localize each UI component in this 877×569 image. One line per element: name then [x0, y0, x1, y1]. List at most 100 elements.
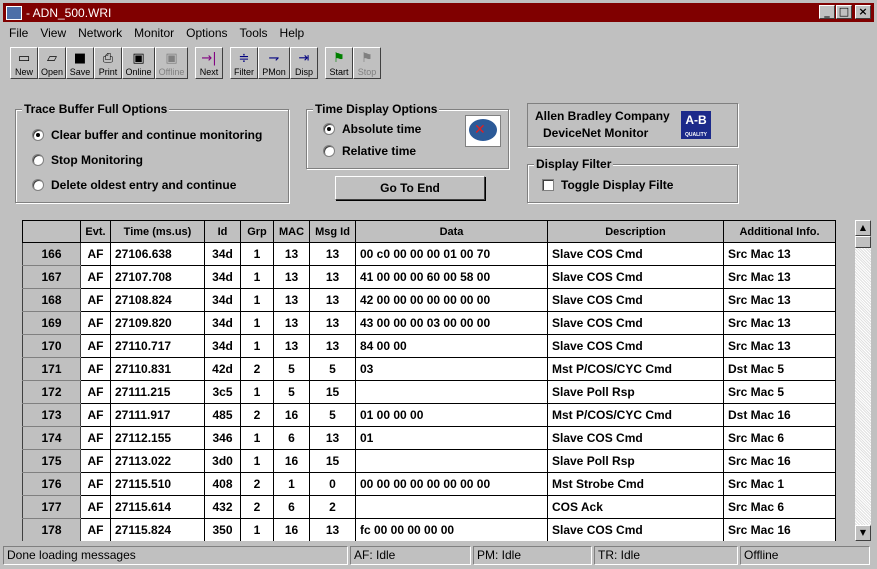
filter-button[interactable]: ≑ Filter — [230, 47, 258, 79]
radio-button-checked[interactable] — [323, 123, 335, 135]
radio-stop-monitoring[interactable]: Stop Monitoring — [32, 153, 143, 167]
table-row[interactable]: 176 AF 27115.510 408 2 1 0 00 00 00 00 00 00 00… — [22, 472, 836, 496]
table-row[interactable]: 175 AF 27113.022 3d0 1 16 15 Slave Poll Rsp Src … — [22, 449, 836, 473]
column-header[interactable]: MAC — [273, 220, 310, 243]
menu-monitor[interactable]: Monitor — [128, 24, 180, 42]
menu-help[interactable]: Help — [274, 24, 311, 42]
event-cell: AF — [80, 288, 111, 312]
app-icon[interactable] — [6, 5, 22, 20]
table-row[interactable]: 171 AF 27110.831 42d 2 5 5 03 Mst P/COS/CYC Cmd D… — [22, 357, 836, 381]
row-number: 169 — [22, 311, 81, 335]
display-filter-legend: Display Filter — [534, 157, 614, 171]
column-header[interactable] — [22, 220, 81, 243]
checkbox[interactable] — [542, 179, 554, 191]
next-button[interactable]: →| Next — [195, 47, 223, 79]
table-row[interactable]: 169 AF 27109.820 34d 1 13 13 43 00 00 00 03 00 … — [22, 311, 836, 335]
network-online-icon: ▣ — [132, 51, 145, 66]
time-cell: 27115.510 — [110, 472, 205, 496]
time-cell: 27106.638 — [110, 242, 205, 266]
menu-tools[interactable]: Tools — [234, 24, 274, 42]
printer-icon: ⎙ — [102, 51, 114, 66]
table-row[interactable]: 166 AF 27106.638 34d 1 13 13 00 c0 00 00 00 01 … — [22, 242, 836, 266]
table-row[interactable]: 172 AF 27111.215 3c5 1 5 15 Slave Poll Rsp Src M… — [22, 380, 836, 404]
description-cell: Slave Poll Rsp — [547, 449, 724, 473]
minimize-button[interactable]: _ — [819, 5, 835, 19]
table-row[interactable]: 168 AF 27108.824 34d 1 13 13 42 00 00 00 00 00 … — [22, 288, 836, 312]
msg-id-cell: 13 — [309, 518, 356, 541]
msg-id-cell: 5 — [309, 357, 356, 381]
description-cell: Slave COS Cmd — [547, 426, 724, 450]
table-row[interactable]: 167 AF 27107.708 34d 1 13 13 41 00 00 00 60 00 … — [22, 265, 836, 289]
print-button[interactable]: ⎙ Print — [94, 47, 122, 79]
radio-button[interactable] — [323, 145, 335, 157]
additional-info-cell: Src Mac 13 — [723, 311, 836, 335]
vertical-scrollbar[interactable]: ▲ ▼ — [855, 220, 871, 541]
open-button[interactable]: ▱ Open — [38, 47, 66, 79]
menu-file[interactable]: File — [3, 24, 34, 42]
column-header[interactable]: Data — [355, 220, 548, 243]
radio-delete-oldest-label: Delete oldest entry and continue — [51, 178, 237, 192]
close-button[interactable]: × — [855, 5, 871, 19]
menu-view[interactable]: View — [34, 24, 72, 42]
folder-open-icon: ▱ — [47, 51, 57, 66]
start-button[interactable]: ⚑ Start — [325, 47, 353, 79]
radio-button[interactable] — [32, 179, 44, 191]
column-header[interactable]: Evt. — [80, 220, 111, 243]
save-button[interactable]: ■ Save — [66, 47, 94, 79]
save-label: Save — [69, 67, 91, 77]
time-cell: 27110.831 — [110, 357, 205, 381]
additional-info-cell: Src Mac 13 — [723, 334, 836, 358]
group-cell: 1 — [240, 265, 274, 289]
column-header[interactable]: Time (ms.us) — [110, 220, 205, 243]
new-button[interactable]: ▭ New — [10, 47, 38, 79]
column-header[interactable]: Description — [547, 220, 724, 243]
go-to-end-button[interactable]: Go To End — [335, 176, 485, 200]
column-header[interactable]: Msg Id — [309, 220, 356, 243]
menu-network[interactable]: Network — [72, 24, 128, 42]
offline-label: Offline — [158, 67, 185, 77]
id-cell: 34d — [204, 288, 241, 312]
time-cell: 27111.917 — [110, 403, 205, 427]
table-row[interactable]: 170 AF 27110.717 34d 1 13 13 84 00 00 Slave COS … — [22, 334, 836, 358]
scroll-up-button[interactable]: ▲ — [855, 220, 871, 236]
menu-options[interactable]: Options — [180, 24, 233, 42]
disp-button[interactable]: ⇥ Disp — [290, 47, 318, 79]
table-row[interactable]: 177 AF 27115.614 432 2 6 2 COS Ack Src Mac 6 — [22, 495, 836, 519]
title-bar[interactable]: - ADN_500.WRI _ □ × — [3, 3, 874, 22]
radio-relative-time[interactable]: Relative time — [323, 144, 416, 158]
event-cell: AF — [80, 311, 111, 335]
radio-button-checked[interactable] — [32, 129, 44, 141]
table-row[interactable]: 174 AF 27112.155 346 1 6 13 01 Slave COS Cmd Src … — [22, 426, 836, 450]
monitor-icon[interactable]: ✕ — [465, 115, 501, 147]
additional-info-cell: Dst Mac 5 — [723, 357, 836, 381]
column-header[interactable]: Grp — [240, 220, 274, 243]
msg-id-cell: 13 — [309, 334, 356, 358]
table-row[interactable]: 173 AF 27111.917 485 2 16 5 01 00 00 00 Mst P/CO… — [22, 403, 836, 427]
maximize-button[interactable]: □ — [836, 5, 852, 19]
column-header[interactable]: Id — [204, 220, 241, 243]
radio-clear-buffer[interactable]: Clear buffer and continue monitoring — [32, 128, 262, 142]
radio-absolute-time[interactable]: Absolute time — [323, 122, 421, 136]
row-number: 172 — [22, 380, 81, 404]
company-info-panel: Allen Bradley Company DeviceNet Monitor … — [527, 103, 738, 147]
pmon-button[interactable]: ⇁ PMon — [258, 47, 290, 79]
time-cell: 27111.215 — [110, 380, 205, 404]
offline-button[interactable]: ▣ Offline — [155, 47, 188, 79]
radio-delete-oldest[interactable]: Delete oldest entry and continue — [32, 178, 236, 192]
grey-flag-icon: ⚑ — [361, 51, 373, 66]
scroll-down-button[interactable]: ▼ — [855, 525, 871, 541]
radio-button[interactable] — [32, 154, 44, 166]
toggle-display-filter[interactable]: Toggle Display Filte — [542, 178, 673, 192]
additional-info-cell: Dst Mac 16 — [723, 403, 836, 427]
msg-id-cell: 5 — [309, 403, 356, 427]
scroll-thumb[interactable] — [855, 236, 871, 248]
stop-button[interactable]: ⚑ Stop — [353, 47, 381, 79]
data-cell: 43 00 00 00 03 00 00 00 — [355, 311, 548, 335]
table-row[interactable]: 178 AF 27115.824 350 1 16 13 fc 00 00 00 00 00 S… — [22, 518, 836, 541]
online-button[interactable]: ▣ Online — [122, 47, 155, 79]
column-header[interactable]: Additional Info. — [723, 220, 836, 243]
description-cell: COS Ack — [547, 495, 724, 519]
allen-bradley-logo: A-B QUALITY — [681, 111, 711, 139]
id-cell: 346 — [204, 426, 241, 450]
row-number: 173 — [22, 403, 81, 427]
